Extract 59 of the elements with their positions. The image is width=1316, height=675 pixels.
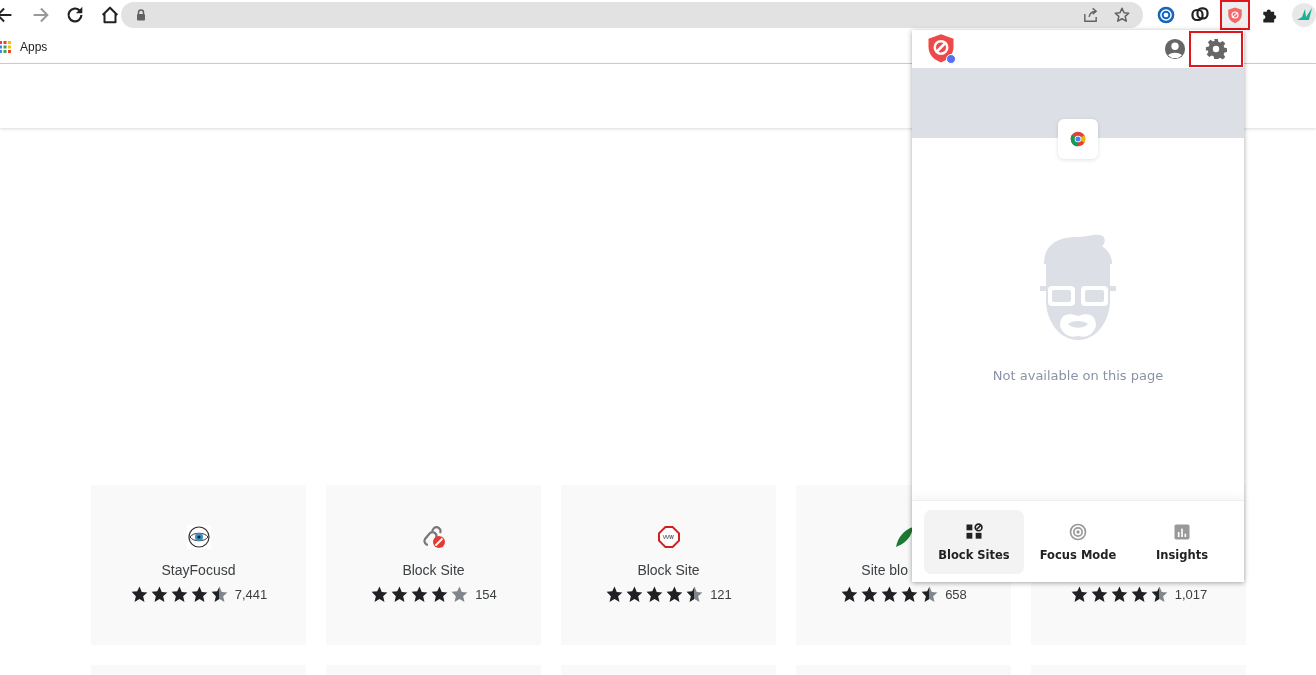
star-icon bbox=[430, 585, 450, 604]
extension-title: Block Site bbox=[402, 561, 465, 580]
home-icon[interactable] bbox=[99, 4, 121, 26]
star-icon bbox=[645, 585, 665, 604]
broken-link-block-icon bbox=[421, 525, 446, 549]
status-dot bbox=[946, 54, 956, 64]
star-icon bbox=[410, 585, 430, 604]
star-icon bbox=[920, 585, 940, 604]
star-icon bbox=[625, 585, 645, 604]
review-count: 154 bbox=[475, 587, 497, 602]
star-icon bbox=[840, 585, 860, 604]
star-icon bbox=[169, 585, 189, 604]
nav-tab[interactable]: Focus Mode bbox=[1028, 509, 1128, 574]
star-icon bbox=[209, 585, 229, 604]
star-icon bbox=[880, 585, 900, 604]
review-count: 1,017 bbox=[1174, 587, 1208, 602]
star-icon bbox=[189, 585, 209, 604]
target-icon bbox=[1068, 521, 1088, 542]
shield-icon[interactable] bbox=[1226, 6, 1244, 24]
star-icon bbox=[370, 585, 390, 604]
star-icon bbox=[1109, 585, 1129, 604]
review-count: 121 bbox=[710, 587, 732, 602]
star-icon bbox=[1149, 585, 1169, 604]
extension-card[interactable]: Block Site 121 bbox=[561, 485, 776, 645]
star-icon bbox=[605, 585, 625, 604]
star-icon bbox=[450, 585, 470, 604]
review-count: 7,441 bbox=[234, 587, 268, 602]
share-icon[interactable] bbox=[1082, 6, 1099, 24]
star-icon bbox=[685, 585, 705, 604]
lock-icon bbox=[135, 8, 147, 22]
settings-icon[interactable] bbox=[1191, 33, 1241, 65]
star-icon bbox=[149, 585, 169, 604]
chrome-icon bbox=[1070, 131, 1086, 147]
star-icon bbox=[860, 585, 880, 604]
extension-title: Block Site bbox=[637, 561, 700, 580]
nav-tab[interactable]: Block Sites bbox=[924, 509, 1024, 574]
star-icon bbox=[900, 585, 920, 604]
apps-grid-icon bbox=[0, 40, 11, 53]
star-icon bbox=[390, 585, 410, 604]
star-icon bbox=[1129, 585, 1149, 604]
account-icon[interactable] bbox=[1164, 38, 1186, 60]
star-icon bbox=[1069, 585, 1089, 604]
extension-card[interactable]: Block Site 154 bbox=[326, 485, 541, 645]
blocked-grid-icon bbox=[964, 521, 984, 542]
eye-icon bbox=[186, 525, 211, 549]
review-count: 658 bbox=[945, 587, 967, 602]
star-icon bbox=[1089, 585, 1109, 604]
extension-title: StayFocusd bbox=[161, 561, 236, 580]
bookmark-star-icon[interactable] bbox=[1113, 6, 1131, 24]
apps-bookmark[interactable]: Apps bbox=[0, 39, 48, 54]
profile-avatar-icon[interactable] bbox=[1292, 2, 1316, 28]
nav-tab[interactable]: Insights bbox=[1132, 509, 1232, 574]
extension-card[interactable]: StayFocusd 7,441 bbox=[91, 485, 306, 645]
shield-logo-icon bbox=[926, 33, 956, 63]
star-icon bbox=[665, 585, 685, 604]
extension-title: Site blo bbox=[861, 561, 908, 580]
empty-state-message: Not available on this page bbox=[992, 368, 1164, 383]
star-icon bbox=[129, 585, 149, 604]
www-stop-sign-icon bbox=[656, 525, 681, 549]
